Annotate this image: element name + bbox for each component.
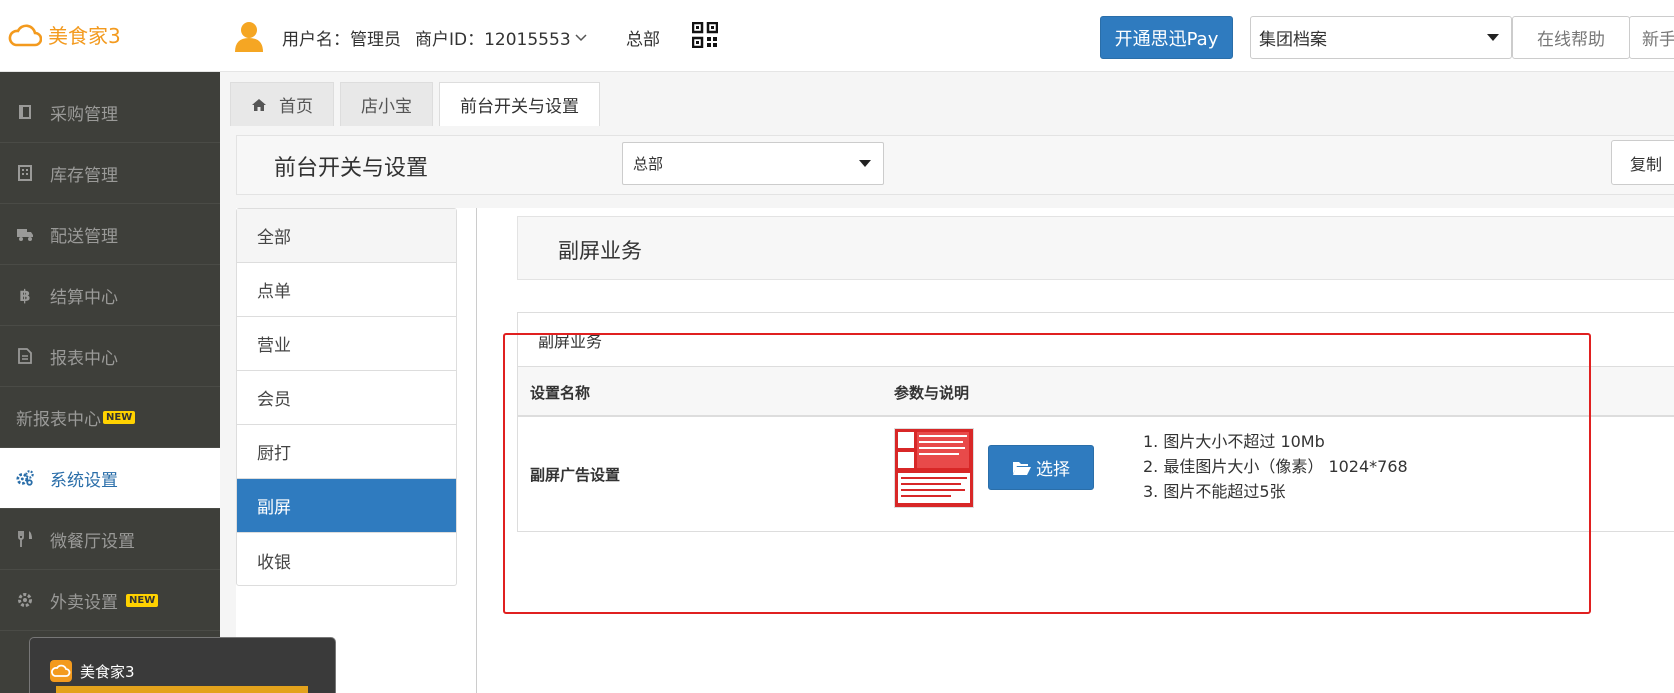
sidebar-item-label: 配送管理 <box>50 226 118 247</box>
sidebar-item-system-settings[interactable]: 系统设置 <box>0 448 220 509</box>
sidebar-item-settlement[interactable]: ฿ 结算中心 <box>0 265 220 326</box>
sidebar-item-label: 外卖设置 <box>50 592 118 613</box>
caret-down-icon <box>859 160 871 167</box>
page-toolbar: 前台开关与设置 总部 复制 <box>236 135 1674 195</box>
online-help-button[interactable]: 在线帮助 <box>1512 16 1630 59</box>
popup-thumbnail <box>56 686 308 693</box>
gear-icon <box>16 591 34 609</box>
highlight-annotation-box <box>503 333 1591 614</box>
tab-bar: 首页 店小宝 前台开关与设置 <box>230 82 606 126</box>
tab-dianxiaobao[interactable]: 店小宝 <box>340 82 433 126</box>
tab-label: 首页 <box>279 97 313 117</box>
hq-link[interactable]: 总部 <box>626 25 660 50</box>
book-icon <box>16 103 34 121</box>
top-bar: 美食家3 用户名：管理员 商户ID：12015553 总部 开通思迅Pay 集团… <box>0 0 1674 72</box>
sidebar-item-purchase[interactable]: 采购管理 <box>0 82 220 143</box>
category-item-member[interactable]: 会员 <box>237 371 456 425</box>
new-badge: NEW <box>103 410 136 424</box>
popup-thumbnail-bar <box>56 686 308 693</box>
section-header: 副屏业务 <box>517 216 1674 280</box>
user-avatar-icon <box>235 22 263 52</box>
file-icon <box>16 347 34 365</box>
category-item-order[interactable]: 点单 <box>237 263 456 317</box>
newbie-button[interactable]: 新手 <box>1629 16 1674 59</box>
caret-down-icon <box>1487 34 1499 41</box>
avatar[interactable] <box>234 20 264 56</box>
sidebar-item-takeout[interactable]: 外卖设置 NEW <box>0 570 220 631</box>
chevron-down-icon <box>575 33 587 41</box>
sidebar-item-label: 采购管理 <box>50 104 118 125</box>
sidebar-item-inventory[interactable]: 库存管理 <box>0 143 220 204</box>
sidebar-item-label: 库存管理 <box>50 165 118 186</box>
tab-label: 前台开关与设置 <box>460 97 579 117</box>
popup-title: 美食家3 <box>80 662 135 681</box>
window-preview-popup[interactable]: 美食家3 <box>29 637 336 693</box>
sidebar-item-label: 微餐厅设置 <box>50 531 135 552</box>
app-icon <box>50 660 72 682</box>
sidebar-item-micro-restaurant[interactable]: 微餐厅设置 <box>0 509 220 570</box>
category-item-cashier[interactable]: 收银 <box>237 533 456 587</box>
tab-front-settings[interactable]: 前台开关与设置 <box>439 82 600 126</box>
username-label: 用户名：管理员 <box>282 30 401 50</box>
category-list: 全部 点单 营业 会员 厨打 副屏 收银 <box>236 208 457 586</box>
tab-label: 店小宝 <box>361 97 412 117</box>
logo-text: 美食家3 <box>48 24 121 48</box>
sidebar-item-new-reports[interactable]: 新报表中心 NEW <box>0 387 220 448</box>
tab-home[interactable]: 首页 <box>230 82 334 126</box>
cloud-logo-icon <box>8 24 42 46</box>
merchant-label: 商户ID：12015553 <box>415 30 571 50</box>
sidebar: 采购管理 库存管理 配送管理 ฿ 结算中心 报表中心 新报表中心 NEW 系统设… <box>0 72 220 693</box>
popup-header: 美食家3 <box>50 660 135 682</box>
app-logo[interactable]: 美食家3 <box>8 20 121 49</box>
home-icon <box>252 98 266 111</box>
category-item-all[interactable]: 全部 <box>237 209 456 263</box>
section-title: 副屏业务 <box>558 239 642 263</box>
user-info: 用户名：管理员 商户ID：12015553 <box>282 25 587 50</box>
cogs-icon <box>16 469 34 487</box>
store-select[interactable]: 总部 <box>622 142 884 185</box>
qr-code-icon[interactable] <box>691 21 719 52</box>
sidebar-item-label: 结算中心 <box>50 287 118 308</box>
building-icon <box>16 164 34 182</box>
sidebar-item-label: 新报表中心 <box>16 409 101 430</box>
truck-icon <box>16 225 34 243</box>
category-item-secondary-screen[interactable]: 副屏 <box>237 479 456 533</box>
merchant-dropdown[interactable]: 商户ID：12015553 <box>415 25 587 50</box>
group-archive-select[interactable]: 集团档案 <box>1250 16 1512 59</box>
cutlery-icon <box>16 530 34 548</box>
category-item-kitchen-print[interactable]: 厨打 <box>237 425 456 479</box>
open-pay-button[interactable]: 开通思迅Pay <box>1100 16 1233 59</box>
group-select-value: 集团档案 <box>1259 30 1327 50</box>
bitcoin-icon: ฿ <box>19 285 31 305</box>
sidebar-item-delivery[interactable]: 配送管理 <box>0 204 220 265</box>
new-badge: NEW <box>126 593 159 607</box>
sidebar-item-reports[interactable]: 报表中心 <box>0 326 220 387</box>
copy-button[interactable]: 复制 <box>1611 140 1674 185</box>
sidebar-item-label: 系统设置 <box>50 470 118 491</box>
vertical-divider <box>476 208 477 693</box>
page-title: 前台开关与设置 <box>274 156 429 181</box>
store-select-value: 总部 <box>633 155 664 173</box>
category-item-business[interactable]: 营业 <box>237 317 456 371</box>
sidebar-item-label: 报表中心 <box>50 348 118 369</box>
